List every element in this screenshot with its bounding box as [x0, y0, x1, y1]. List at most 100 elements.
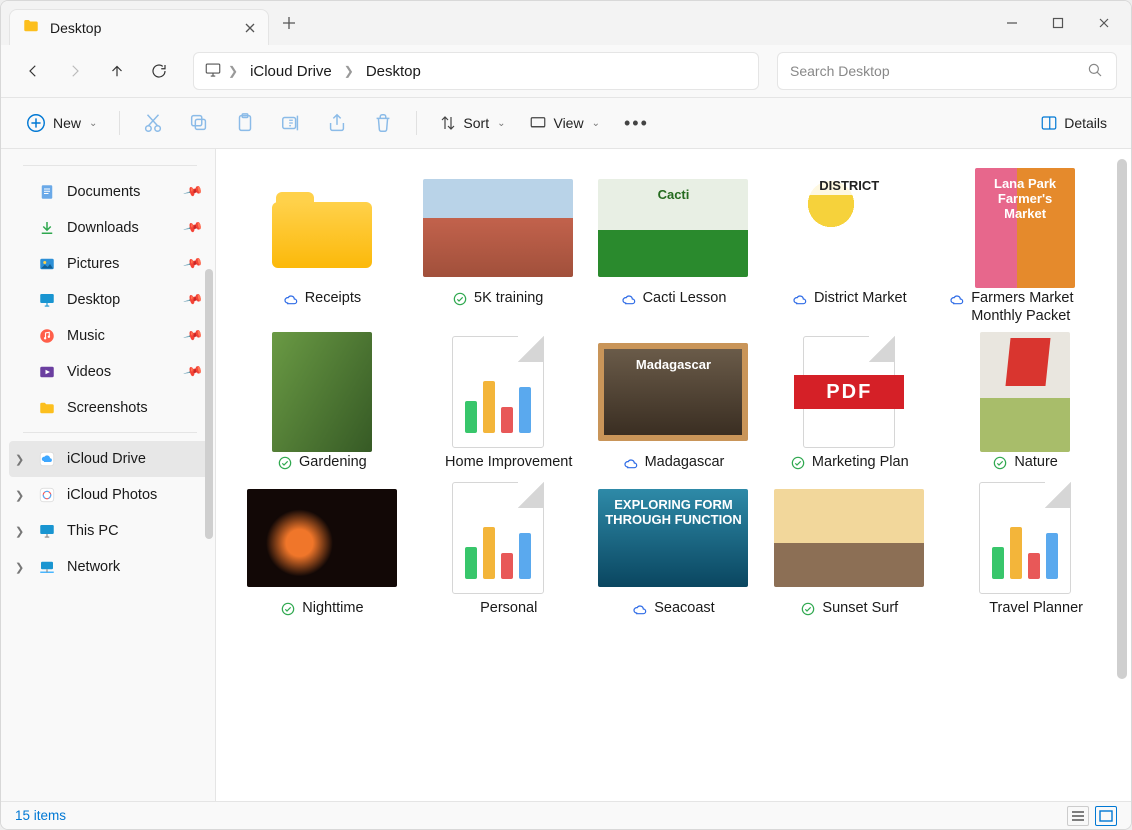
file-item[interactable]: CactiCacti Lesson [598, 173, 750, 325]
rename-button[interactable] [270, 105, 312, 141]
maximize-button[interactable] [1035, 1, 1081, 45]
file-item[interactable]: Lana Park Farmer's MarketFarmers Market … [949, 173, 1101, 325]
pin-icon: 📌 [182, 325, 204, 347]
file-item[interactable]: DISTRICTDistrict Market [773, 173, 925, 325]
sidebar-item-this-pc[interactable]: ❯This PC [9, 513, 211, 549]
view-toggle [1067, 806, 1117, 826]
sort-button[interactable]: Sort ⌄ [429, 105, 515, 141]
content-area[interactable]: Receipts5K trainingCactiCacti LessonDIST… [216, 149, 1131, 801]
file-label: Marketing Plan [812, 453, 909, 471]
sidebar-item-label: iCloud Drive [67, 451, 146, 467]
sidebar-item-videos[interactable]: Videos 📌 [9, 354, 211, 390]
chevron-right-icon[interactable]: ❯ [15, 561, 24, 574]
sidebar-item-icloud-photos[interactable]: ❯iCloud Photos [9, 477, 211, 513]
content-scrollbar[interactable] [1117, 159, 1127, 679]
cloud-status-icon [283, 291, 299, 307]
window-controls [989, 1, 1127, 45]
sidebar-item-screenshots[interactable]: Screenshots [9, 390, 211, 426]
new-tab-button[interactable] [269, 3, 309, 43]
thumbnail: DISTRICT [804, 168, 894, 288]
breadcrumb-item[interactable]: iCloud Drive [244, 61, 338, 82]
pin-icon: 📌 [182, 361, 204, 383]
file-item[interactable]: Personal [422, 483, 574, 617]
thumbnail [423, 179, 573, 277]
refresh-button[interactable] [141, 53, 177, 89]
synced-status-icon [790, 455, 806, 471]
file-item[interactable]: EXPLORING FORM THROUGH FUNCTIONSeacoast [598, 483, 750, 617]
file-item[interactable]: Home Improvement [422, 337, 574, 471]
forward-button[interactable] [57, 53, 93, 89]
videos-icon [37, 362, 57, 382]
toolbar: New ⌄ Sort ⌄ View ⌄ ••• Details [1, 97, 1131, 149]
chevron-right-icon: ❯ [228, 64, 238, 78]
large-icons-view-button[interactable] [1095, 806, 1117, 826]
chevron-right-icon[interactable]: ❯ [15, 489, 24, 502]
sidebar-item-documents[interactable]: Documents📌 [9, 174, 211, 210]
details-label: Details [1064, 115, 1107, 131]
sidebar-item-label: Downloads [67, 220, 139, 236]
chevron-right-icon[interactable]: ❯ [15, 453, 24, 466]
thumbnail [774, 489, 924, 587]
folder-icon [272, 188, 372, 268]
sidebar-scrollbar[interactable] [205, 269, 213, 539]
delete-button[interactable] [362, 105, 404, 141]
icloud-icon [37, 449, 57, 469]
sidebar-item-label: Videos [67, 364, 111, 380]
paste-button[interactable] [224, 105, 266, 141]
desktop-icon [37, 290, 57, 310]
cut-button[interactable] [132, 105, 174, 141]
details-button[interactable]: Details [1030, 105, 1117, 141]
doc-icon [37, 182, 57, 202]
back-button[interactable] [15, 53, 51, 89]
download-icon [37, 218, 57, 238]
pin-icon: 📌 [182, 217, 204, 239]
file-item[interactable]: PDFMarketing Plan [773, 337, 925, 471]
close-window-button[interactable] [1081, 1, 1127, 45]
thumbnail: Madagascar [598, 343, 748, 441]
sidebar-item-label: Network [67, 559, 120, 575]
sidebar-item-desktop[interactable]: Desktop📌 [9, 282, 211, 318]
breadcrumb-item[interactable]: Desktop [360, 61, 427, 82]
file-item[interactable]: Nighttime [246, 483, 398, 617]
synced-status-icon [277, 455, 293, 471]
music-icon [37, 326, 57, 346]
sidebar-item-music[interactable]: Music 📌 [9, 318, 211, 354]
divider [416, 111, 417, 135]
up-button[interactable] [99, 53, 135, 89]
sidebar-item-label: Music [67, 328, 105, 344]
folder-icon [37, 398, 57, 418]
thumbnail [247, 489, 397, 587]
sidebar-item-label: Pictures [67, 256, 119, 272]
chevron-down-icon: ⌄ [497, 118, 505, 129]
file-item[interactable]: Sunset Surf [773, 483, 925, 617]
more-button[interactable]: ••• [614, 105, 659, 141]
share-button[interactable] [316, 105, 358, 141]
file-label: Home Improvement [445, 453, 572, 471]
file-label: Nighttime [302, 599, 363, 617]
copy-button[interactable] [178, 105, 220, 141]
tab-title: Desktop [50, 20, 101, 36]
file-item[interactable]: MadagascarMadagascar [598, 337, 750, 471]
file-item[interactable]: 5K training [422, 173, 574, 325]
file-item[interactable]: Receipts [246, 173, 398, 325]
file-item[interactable]: Gardening [246, 337, 398, 471]
chevron-right-icon[interactable]: ❯ [15, 525, 24, 538]
file-item[interactable]: Travel Planner [949, 483, 1101, 617]
minimize-button[interactable] [989, 1, 1035, 45]
view-button[interactable]: View ⌄ [519, 105, 609, 141]
breadcrumb[interactable]: ❯ iCloud Drive ❯ Desktop [193, 52, 759, 90]
tab-desktop[interactable]: Desktop [9, 9, 269, 45]
sidebar-item-icloud-drive[interactable]: ❯ iCloud Drive [9, 441, 211, 477]
tab-close-button[interactable] [242, 20, 258, 36]
details-view-button[interactable] [1067, 806, 1089, 826]
search-input[interactable]: Search Desktop [777, 52, 1117, 90]
chart-file-icon [452, 336, 544, 448]
new-button[interactable]: New ⌄ [15, 105, 107, 141]
file-label: Gardening [299, 453, 367, 471]
search-placeholder: Search Desktop [790, 63, 890, 79]
sidebar-item-pictures[interactable]: Pictures📌 [9, 246, 211, 282]
sidebar-item-downloads[interactable]: Downloads 📌 [9, 210, 211, 246]
sidebar-item-network[interactable]: ❯ Network [9, 549, 211, 585]
file-item[interactable]: Nature [949, 337, 1101, 471]
cloud-status-icon [632, 601, 648, 617]
